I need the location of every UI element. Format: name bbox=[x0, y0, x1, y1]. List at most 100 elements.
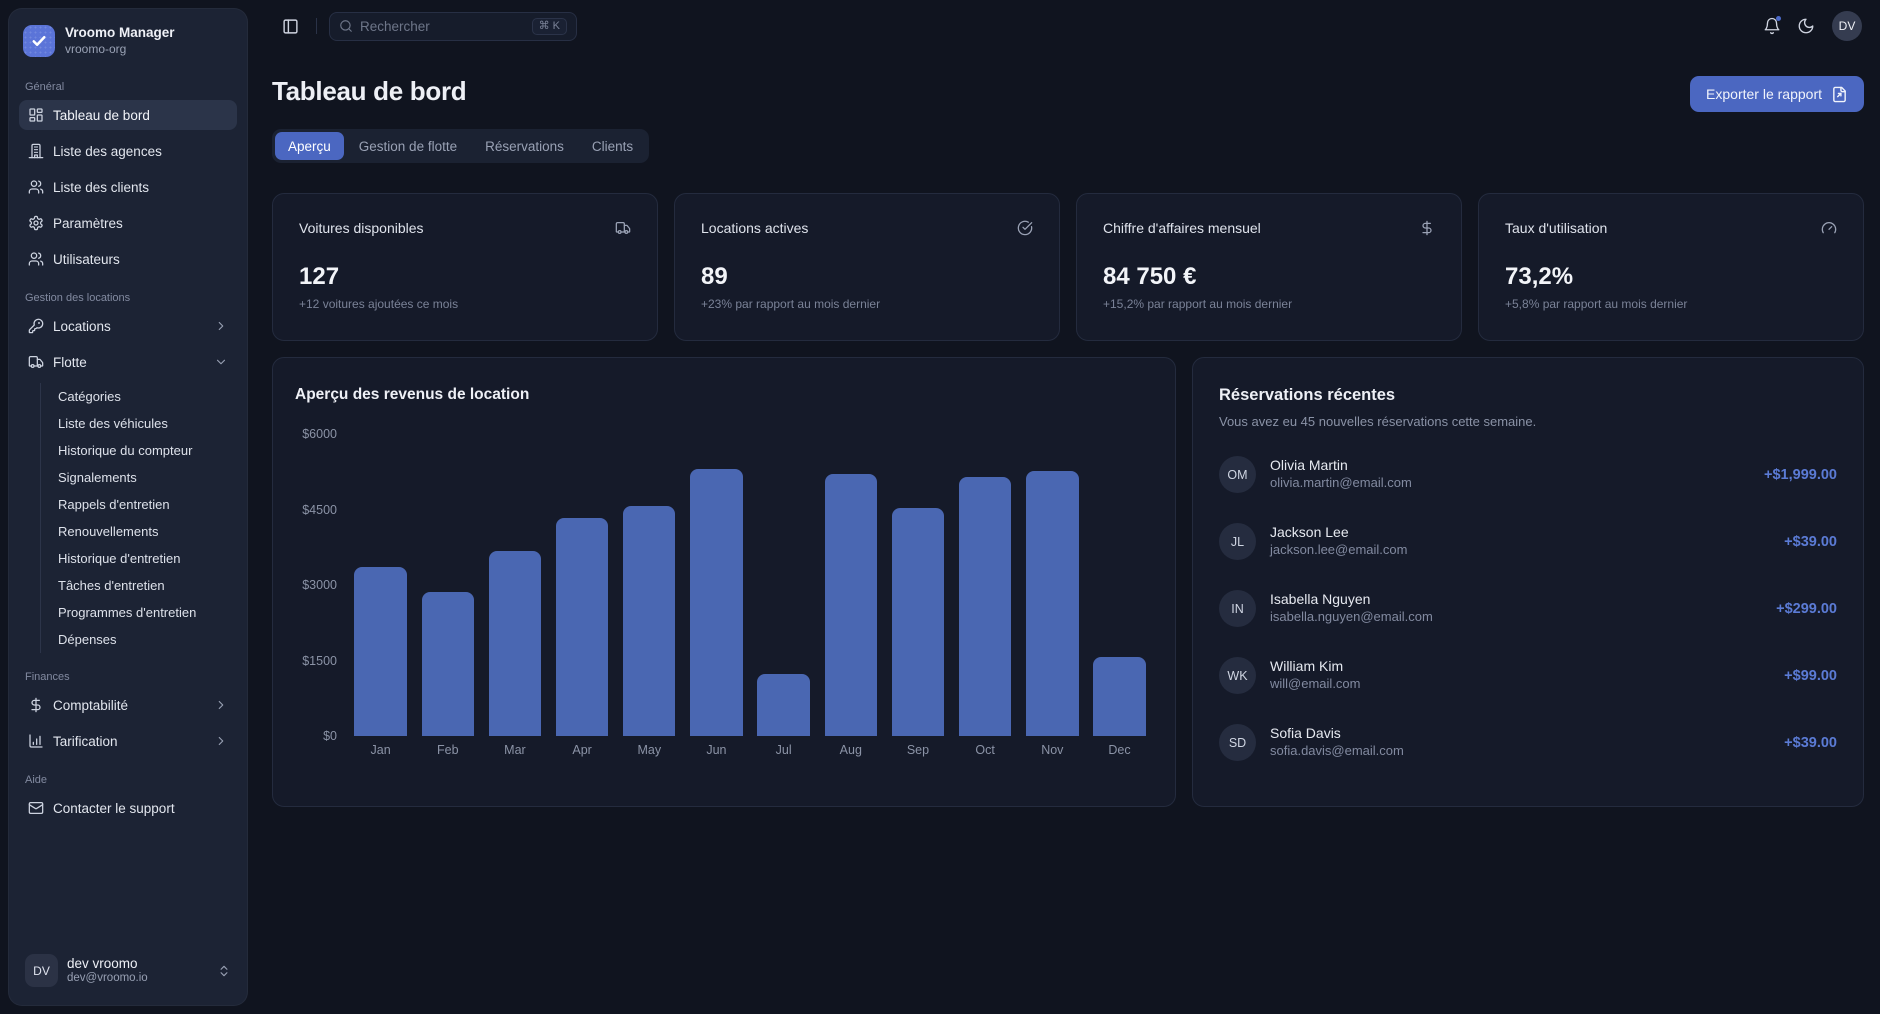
chart-bar-slot bbox=[347, 567, 414, 736]
stat-value: 73,2% bbox=[1505, 263, 1837, 291]
avatar: WK bbox=[1219, 657, 1256, 694]
stat-title: Chiffre d'affaires mensuel bbox=[1103, 220, 1261, 236]
tab-clients[interactable]: Clients bbox=[579, 132, 646, 160]
x-axis-label: Apr bbox=[549, 743, 616, 757]
stat-card-taux-d-utilisation: Taux d'utilisation 73,2% +5,8% par rapport… bbox=[1478, 193, 1864, 341]
topbar-avatar[interactable]: DV bbox=[1832, 11, 1862, 41]
sidebar-item-tarification[interactable]: Tarification bbox=[19, 726, 237, 756]
user-email: dev@vroomo.io bbox=[67, 972, 148, 986]
chart-y-axis: $6000$4500$3000$1500$0 bbox=[295, 434, 339, 736]
dollar-icon bbox=[1419, 220, 1435, 236]
tab-apercu[interactable]: Aperçu bbox=[275, 132, 344, 160]
search-box[interactable]: ⌘ K bbox=[329, 12, 577, 41]
dashboard-tabs: AperçuGestion de flotteRéservationsClien… bbox=[272, 129, 649, 163]
stat-title: Taux d'utilisation bbox=[1505, 220, 1607, 236]
stat-value: 89 bbox=[701, 263, 1033, 291]
chart-icon bbox=[28, 733, 44, 749]
sidebar-subitem-signalements[interactable]: Signalements bbox=[58, 464, 237, 491]
sidebar-item-label: Tarification bbox=[53, 734, 118, 749]
reservation-amount: +$1,999.00 bbox=[1764, 467, 1837, 483]
sidebar-item-label: Liste des clients bbox=[53, 180, 149, 195]
notifications-button[interactable] bbox=[1758, 12, 1786, 40]
chart-bar-jan bbox=[354, 567, 406, 736]
chart-bar-feb bbox=[422, 592, 474, 736]
sidebar-item-liste-des-agences[interactable]: Liste des agences bbox=[19, 136, 237, 166]
avatar: OM bbox=[1219, 456, 1256, 493]
reservation-name: Jackson Lee bbox=[1270, 524, 1407, 542]
user-menu[interactable]: DV dev vroomo dev@vroomo.io bbox=[21, 950, 235, 991]
x-axis-label: Feb bbox=[414, 743, 481, 757]
reservation-identity: Jackson Leejackson.lee@email.com bbox=[1270, 524, 1407, 558]
reservation-email: isabella.nguyen@email.com bbox=[1270, 609, 1433, 626]
sidebar-subitem-historique-d-entretien[interactable]: Historique d'entretien bbox=[58, 545, 237, 572]
sidebar-item-liste-des-clients[interactable]: Liste des clients bbox=[19, 172, 237, 202]
reservations-subtitle: Vous avez eu 45 nouvelles réservations c… bbox=[1219, 414, 1837, 429]
reservation-row-jackson-lee: JL Jackson Leejackson.lee@email.com +$39.0… bbox=[1219, 523, 1837, 560]
x-axis-label: Aug bbox=[817, 743, 884, 757]
reservation-identity: Olivia Martinolivia.martin@email.com bbox=[1270, 457, 1412, 491]
chart-bar-oct bbox=[959, 477, 1011, 736]
sidebar-subitem-historique-du-compteur[interactable]: Historique du compteur bbox=[58, 437, 237, 464]
stat-note: +5,8% par rapport au mois dernier bbox=[1505, 297, 1837, 311]
sidebar-subitem-programmes-d-entretien[interactable]: Programmes d'entretien bbox=[58, 599, 237, 626]
app-org: vroomo-org bbox=[65, 42, 175, 57]
sidebar-item-contacter-le-support[interactable]: Contacter le support bbox=[19, 793, 237, 823]
sidebar-toggle-button[interactable] bbox=[276, 12, 304, 40]
user-name: dev vroomo bbox=[67, 956, 148, 972]
sidebar-section-label: Aide bbox=[19, 762, 237, 793]
chart-bar-slot bbox=[1019, 471, 1086, 736]
sidebar-subitem-rappels-d-entretien[interactable]: Rappels d'entretien bbox=[58, 491, 237, 518]
chevron-down-icon bbox=[214, 355, 228, 369]
sidebar-item-label: Locations bbox=[53, 319, 111, 334]
chart-bar-jun bbox=[690, 469, 742, 736]
sidebar-subitem-taches-d-entretien[interactable]: Tâches d'entretien bbox=[58, 572, 237, 599]
sidebar-item-parametres[interactable]: Paramètres bbox=[19, 208, 237, 238]
chart-bar-sep bbox=[892, 508, 944, 736]
tab-reservations[interactable]: Réservations bbox=[472, 132, 577, 160]
theme-toggle-button[interactable] bbox=[1792, 12, 1820, 40]
chart-x-axis: JanFebMarAprMayJunJulAugSepOctNovDec bbox=[347, 743, 1153, 757]
sidebar-header[interactable]: Vroomo Manager vroomo-org bbox=[9, 9, 247, 67]
reservation-row-william-kim: WKWilliam Kimwill@email.com+$99.00 bbox=[1219, 657, 1837, 694]
reservation-identity: Sofia Davissofia.davis@email.com bbox=[1270, 725, 1404, 759]
reservation-email: olivia.martin@email.com bbox=[1270, 475, 1412, 492]
x-axis-label: May bbox=[616, 743, 683, 757]
sidebar-section-label: Gestion des locations bbox=[19, 280, 237, 311]
sidebar-item-comptabilite[interactable]: Comptabilité bbox=[19, 690, 237, 720]
key-icon bbox=[28, 318, 44, 334]
reservation-amount: +$39.00 bbox=[1784, 534, 1837, 550]
sidebar-item-locations[interactable]: Locations bbox=[19, 311, 237, 341]
y-axis-tick: $4500 bbox=[302, 503, 337, 517]
search-input[interactable] bbox=[360, 19, 525, 34]
sidebar-item-tableau-de-bord[interactable]: Tableau de bord bbox=[19, 100, 237, 130]
export-report-button[interactable]: Exporter le rapport bbox=[1690, 76, 1864, 112]
tab-gestion-de-flotte[interactable]: Gestion de flotte bbox=[346, 132, 470, 160]
revenue-chart-card: Aperçu des revenus de location $6000$450… bbox=[272, 357, 1176, 807]
moon-icon bbox=[1797, 17, 1815, 35]
x-axis-label: Jul bbox=[750, 743, 817, 757]
chart-bar-apr bbox=[556, 518, 608, 736]
sidebar-subitem-depenses[interactable]: Dépenses bbox=[58, 626, 237, 653]
stat-title: Locations actives bbox=[701, 220, 808, 236]
sidebar-subitem-liste-des-vehicules[interactable]: Liste des véhicules bbox=[58, 410, 237, 437]
sidebar-subitem-renouvellements[interactable]: Renouvellements bbox=[58, 518, 237, 545]
sidebar-item-flotte[interactable]: Flotte bbox=[19, 347, 237, 377]
chart-plot-area bbox=[347, 434, 1153, 736]
stat-title: Voitures disponibles bbox=[299, 220, 424, 236]
x-axis-label: Dec bbox=[1086, 743, 1153, 757]
x-axis-label: Mar bbox=[481, 743, 548, 757]
reservation-row-sofia-davis: SDSofia Davissofia.davis@email.com+$39.0… bbox=[1219, 724, 1837, 761]
sidebar-subitem-categories[interactable]: Catégories bbox=[58, 383, 237, 410]
main-area: ⌘ K DV Tableau de bord Exporter le rappo… bbox=[256, 0, 1880, 1014]
reservation-identity: William Kimwill@email.com bbox=[1270, 658, 1361, 692]
reservation-identity: Isabella Nguyenisabella.nguyen@email.com bbox=[1270, 591, 1433, 625]
sidebar: Vroomo Manager vroomo-org GénéralTableau… bbox=[8, 8, 248, 1006]
sidebar-item-utilisateurs[interactable]: Utilisateurs bbox=[19, 244, 237, 274]
x-axis-label: Oct bbox=[952, 743, 1019, 757]
stat-cards: Voitures disponibles127+12 voitures ajou… bbox=[272, 193, 1864, 341]
avatar: JL bbox=[1219, 523, 1256, 560]
x-axis-label: Sep bbox=[884, 743, 951, 757]
sidebar-nav: GénéralTableau de bordListe des agencesL… bbox=[9, 67, 247, 942]
stat-card-header: Taux d'utilisation bbox=[1505, 220, 1837, 236]
check-circle-icon bbox=[1017, 220, 1033, 236]
